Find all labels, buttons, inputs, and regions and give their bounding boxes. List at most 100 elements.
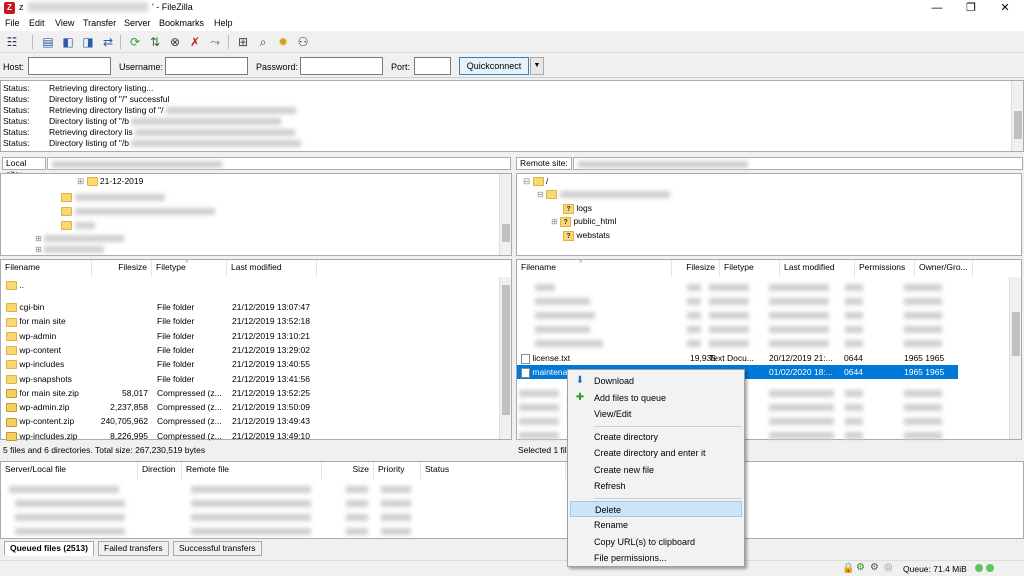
directory-filter-icon[interactable]: ⊞ — [235, 34, 251, 50]
tree-item[interactable]: ⊞ — [35, 244, 105, 254]
tree-item[interactable]: ⊞ — [35, 233, 125, 243]
remote-list-scrollbar[interactable] — [1009, 277, 1021, 439]
menu-transfer[interactable]: Transfer — [83, 18, 116, 28]
minimize-button[interactable]: — — [920, 0, 954, 17]
menu-edit[interactable]: Edit — [29, 18, 45, 28]
tree-item[interactable]: ⊞ ? public_html — [551, 216, 616, 227]
menu-server[interactable]: Server — [124, 18, 151, 28]
scrollbar-thumb[interactable] — [502, 224, 510, 242]
menu-bookmarks[interactable]: Bookmarks — [159, 18, 204, 28]
context-menu-add-files-to-queue[interactable]: ✚ Add files to queue — [570, 390, 742, 406]
quickconnect-button[interactable]: Quickconnect — [459, 57, 529, 75]
context-menu-create-directory-and-enter-it[interactable]: Create directory and enter it — [570, 445, 742, 461]
file-row[interactable]: wp-admin.zip 2,237,858 Compressed (z... 21/… — [1, 400, 497, 414]
tab-successful-transfers[interactable]: Successful transfers — [173, 541, 262, 556]
column-header-filename[interactable]: Filename — [1, 260, 92, 277]
scrollbar-thumb[interactable] — [1012, 312, 1020, 356]
column-header-priority[interactable]: Priority — [374, 462, 421, 479]
queue-row[interactable] — [1, 510, 561, 524]
scrollbar-thumb[interactable] — [1014, 111, 1022, 139]
file-row[interactable]: .. — [1, 278, 497, 292]
local-tree-scrollbar[interactable] — [499, 174, 511, 255]
close-button[interactable]: ✕ — [988, 0, 1022, 17]
process-queue-icon[interactable]: ⇅ — [147, 34, 163, 50]
log-scrollbar[interactable] — [1011, 81, 1023, 151]
context-menu-rename[interactable]: Rename — [570, 517, 742, 533]
context-menu-file-permissions[interactable]: File permissions... — [570, 550, 742, 566]
column-header-status[interactable]: Status — [421, 462, 566, 479]
context-menu-create-directory[interactable]: Create directory — [570, 429, 742, 445]
site-manager-icon[interactable]: ☷ — [4, 34, 20, 50]
tree-item[interactable] — [61, 220, 95, 231]
column-header-filetype[interactable]: Filetype — [152, 260, 227, 277]
file-row[interactable]: license.txt 19,935 Text Docu... 20/12/2019 … — [517, 351, 958, 365]
queue-row[interactable] — [1, 496, 561, 510]
context-menu-refresh[interactable]: Refresh — [570, 478, 742, 494]
quickconnect-dropdown-button[interactable]: ▼ — [530, 57, 544, 75]
file-row[interactable]: wp-admin File folder 21/12/2019 13:10:21 — [1, 329, 497, 343]
file-row[interactable]: cgi-bin File folder 21/12/2019 13:07:47 — [1, 300, 497, 314]
column-header-filename[interactable]: Filename — [517, 260, 672, 277]
maximize-button[interactable]: ❐ — [954, 0, 988, 17]
tree-item[interactable]: ⊟ / — [523, 176, 548, 187]
compare-directories-icon[interactable]: ⌕ — [255, 34, 271, 50]
cancel-operation-icon[interactable]: ⊗ — [167, 34, 183, 50]
column-header-size[interactable]: Size — [322, 462, 374, 479]
toggle-local-tree-icon[interactable]: ◧ — [60, 34, 76, 50]
redacted-file-row[interactable] — [517, 336, 1007, 350]
tab-queued-files[interactable]: Queued files (2513) — [4, 541, 94, 556]
disconnect-icon[interactable]: ✗ — [187, 34, 203, 50]
file-row[interactable]: wp-includes.zip 8,226,995 Compressed (z...… — [1, 429, 497, 443]
username-input[interactable] — [165, 57, 248, 75]
context-menu-create-new-file[interactable]: Create new file — [570, 462, 742, 478]
redacted-file-row[interactable] — [517, 294, 1007, 308]
context-menu-delete[interactable]: Delete — [570, 500, 742, 517]
file-row[interactable]: wp-content.zip 240,705,962 Compressed (z..… — [1, 414, 497, 428]
redacted-file-row[interactable] — [517, 280, 1007, 294]
tree-item[interactable]: ⊞ 21-12-2019 — [77, 176, 143, 187]
scrollbar-thumb[interactable] — [502, 285, 510, 415]
column-header-filetype[interactable]: Filetype — [720, 260, 780, 277]
menu-view[interactable]: View — [55, 18, 74, 28]
redacted-file-row[interactable] — [517, 308, 1007, 322]
tree-item[interactable] — [61, 206, 215, 217]
column-header-remote-file[interactable]: Remote file — [182, 462, 322, 479]
tree-item[interactable]: ? logs — [563, 203, 592, 214]
toggle-queue-icon[interactable]: ⇄ — [100, 34, 116, 50]
local-site-path-input[interactable] — [47, 157, 511, 170]
queue-row[interactable] — [1, 482, 561, 496]
column-header-direction[interactable]: Direction — [138, 462, 182, 479]
file-row[interactable]: wp-content File folder 21/12/2019 13:29:02 — [1, 343, 497, 357]
menu-help[interactable]: Help — [214, 18, 233, 28]
toggle-remote-tree-icon[interactable]: ◨ — [80, 34, 96, 50]
column-header-permissions[interactable]: Permissions — [855, 260, 915, 277]
column-header-server-local-file[interactable]: Server/Local file — [1, 462, 138, 479]
tab-failed-transfers[interactable]: Failed transfers — [98, 541, 169, 556]
host-input[interactable] — [28, 57, 111, 75]
sync-browsing-icon[interactable]: ✹ — [275, 34, 291, 50]
menu-file[interactable]: File — [5, 18, 20, 28]
redacted-file-row[interactable] — [517, 322, 1007, 336]
tree-item[interactable]: ⊟ — [537, 189, 670, 200]
file-row[interactable]: for main site.zip 58,017 Compressed (z... 2… — [1, 386, 497, 400]
column-header-filesize[interactable]: Filesize — [672, 260, 720, 277]
remote-site-path-input[interactable] — [573, 157, 1023, 170]
context-menu-view-edit[interactable]: View/Edit — [570, 406, 742, 422]
queue-row[interactable] — [1, 524, 561, 538]
column-header-last-modified[interactable]: Last modified — [227, 260, 317, 277]
toggle-log-icon[interactable]: ▤ — [40, 34, 56, 50]
local-list-scrollbar[interactable] — [499, 277, 511, 439]
tree-item[interactable] — [61, 192, 165, 203]
refresh-icon[interactable]: ⟳ — [127, 34, 143, 50]
column-header-last-modified[interactable]: Last modified — [780, 260, 855, 277]
context-menu-download[interactable]: ⬇ Download — [570, 373, 742, 389]
password-input[interactable] — [300, 57, 383, 75]
column-header-filesize[interactable]: Filesize — [92, 260, 152, 277]
column-header-owner-group[interactable]: Owner/Gro... — [915, 260, 973, 277]
reconnect-icon[interactable]: ⤳ — [207, 34, 223, 50]
tree-item[interactable]: ? webstats — [563, 230, 610, 241]
file-row[interactable]: wp-includes File folder 21/12/2019 13:40:5… — [1, 357, 497, 371]
file-row[interactable]: for main site File folder 21/12/2019 13:52… — [1, 314, 497, 328]
port-input[interactable] — [414, 57, 451, 75]
search-files-icon[interactable]: ⚇ — [295, 34, 311, 50]
